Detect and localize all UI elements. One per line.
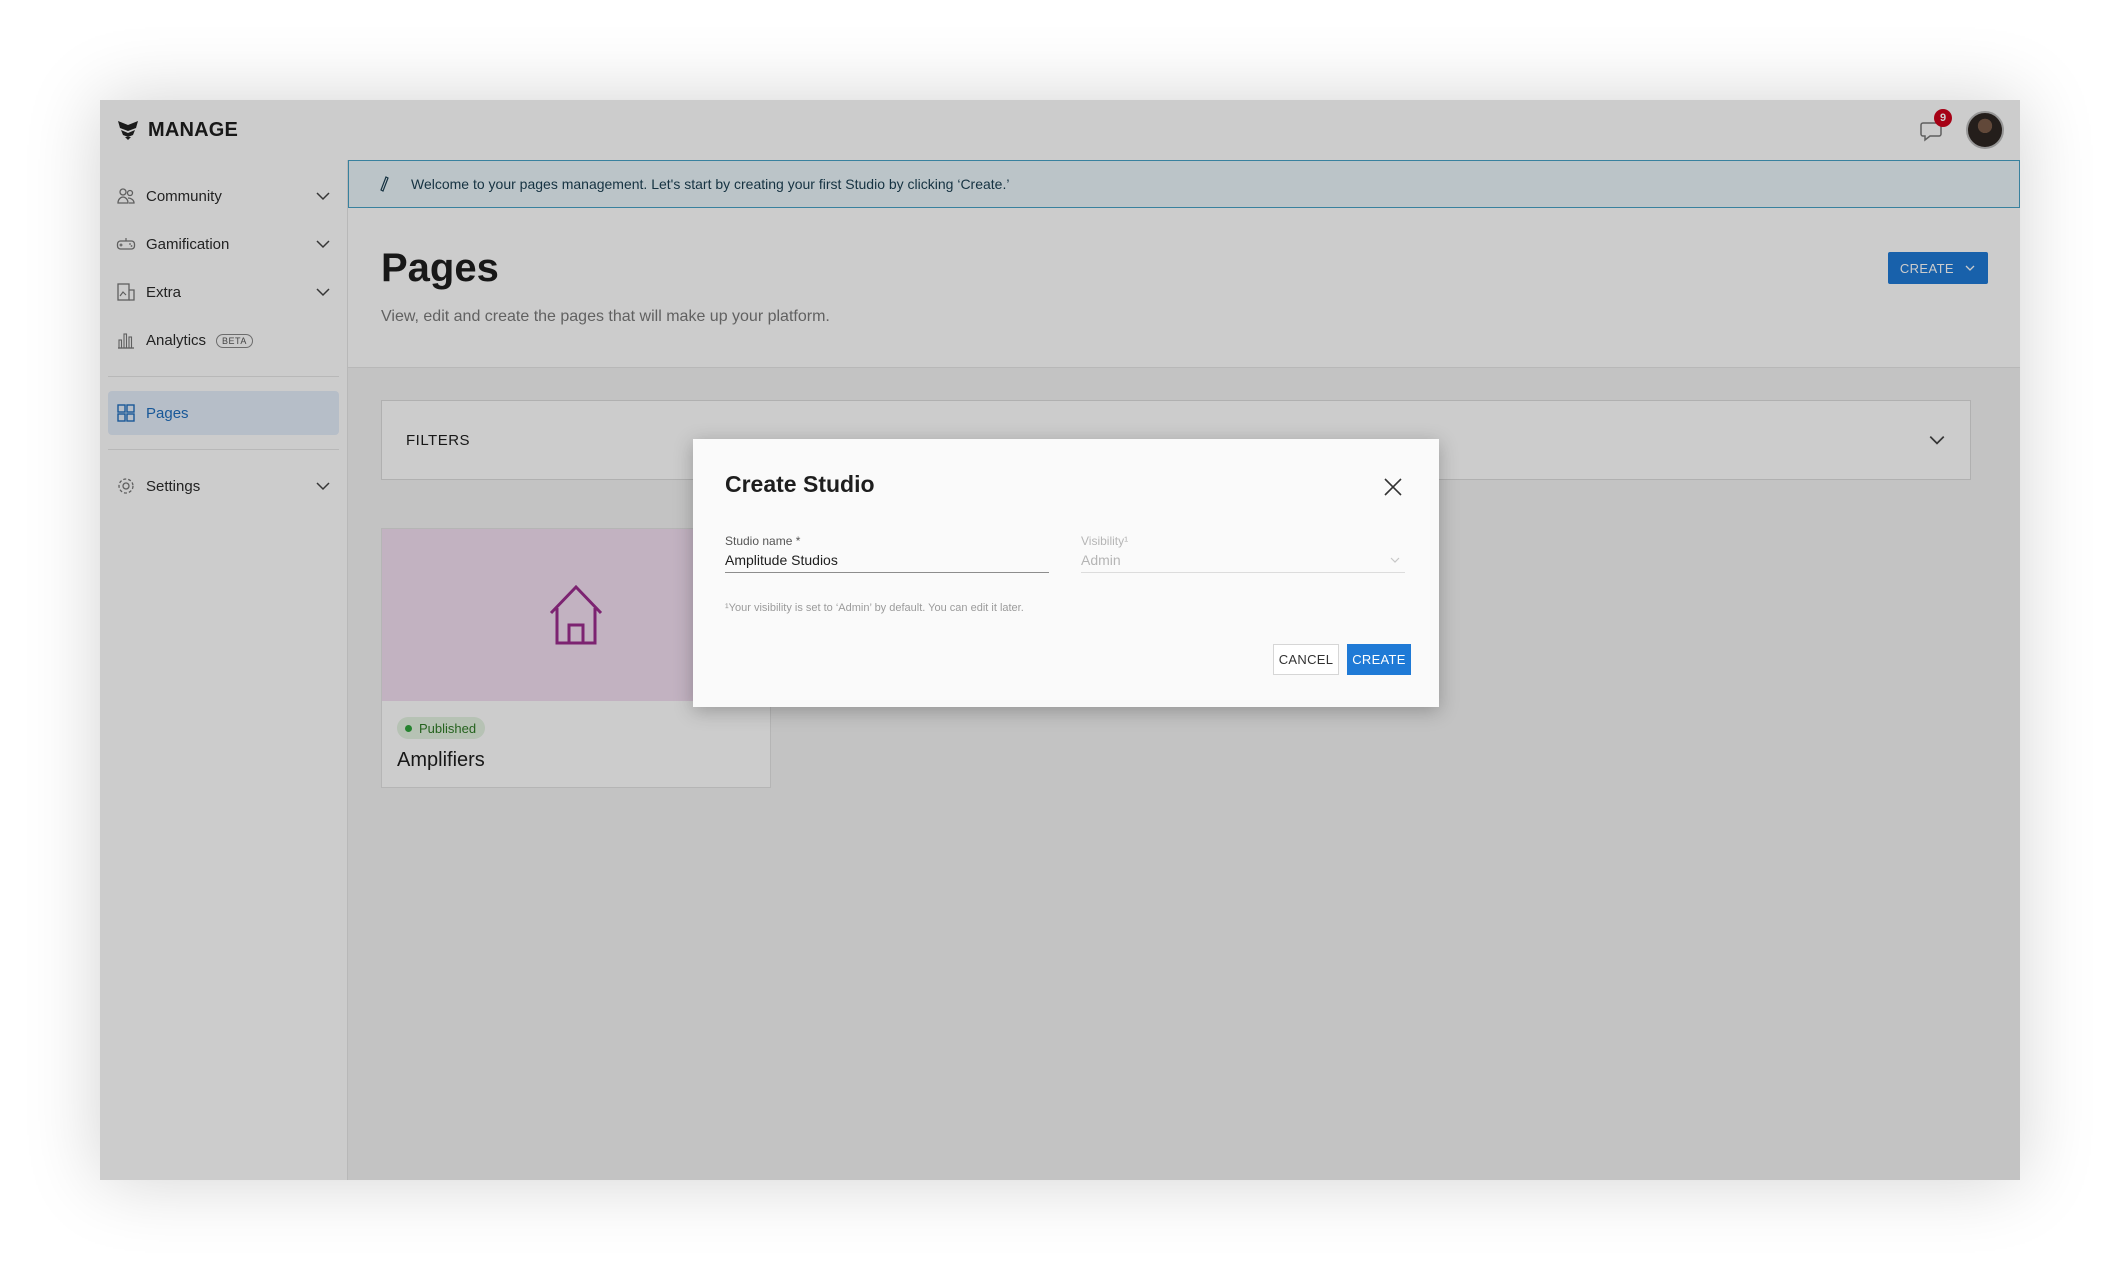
create-button[interactable]: CREATE bbox=[1347, 644, 1411, 675]
studio-name-label: Studio name * bbox=[725, 534, 801, 548]
visibility-select[interactable]: Admin bbox=[1081, 547, 1405, 573]
visibility-value: Admin bbox=[1081, 551, 1121, 568]
studio-name-input[interactable] bbox=[725, 547, 1049, 573]
chevron-down-icon bbox=[1390, 557, 1400, 563]
visibility-helper-text: ¹Your visibility is set to ‘Admin’ by de… bbox=[725, 602, 1024, 614]
dialog-title: Create Studio bbox=[725, 471, 875, 497]
cancel-button[interactable]: CANCEL bbox=[1273, 644, 1339, 675]
create-studio-dialog: Create Studio Studio name * Visibility¹ … bbox=[693, 439, 1439, 707]
app-window: MANAGE 9 Community Gamification Extra An… bbox=[100, 100, 2020, 1180]
close-icon[interactable] bbox=[1383, 477, 1403, 497]
visibility-label: Visibility¹ bbox=[1081, 534, 1129, 548]
